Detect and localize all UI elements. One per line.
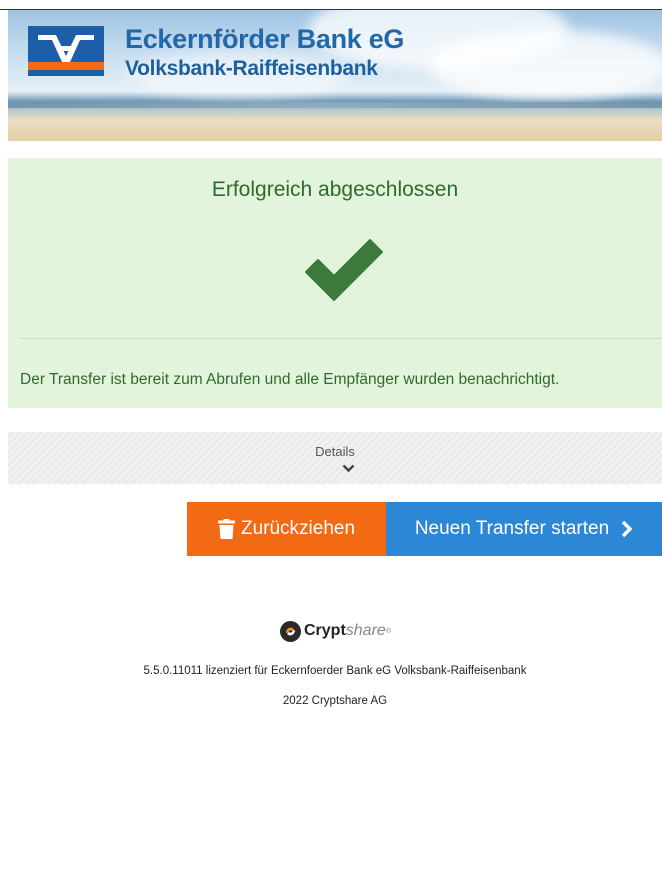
success-title: Erfolgreich abgeschlossen — [211, 178, 459, 201]
trash-icon — [217, 519, 235, 539]
bank-subtitle: Volksbank-Raiffeisenbank — [125, 57, 378, 80]
horizon — [8, 102, 662, 108]
cloud-decoration — [428, 30, 662, 100]
cryptshare-logo: Crypt share ® — [280, 620, 391, 642]
header-banner: Eckernförder Bank eG Volksbank-Raiffeise… — [8, 10, 662, 141]
volksbank-raiffeisenbank-logo — [28, 26, 104, 76]
divider — [20, 338, 662, 339]
chevron-right-icon — [621, 520, 633, 538]
chevron-down-icon — [342, 464, 355, 473]
success-message: Der Transfer ist bereit zum Abrufen und … — [20, 371, 560, 388]
cryptshare-trademark: ® — [385, 627, 391, 635]
details-toggle[interactable]: Details — [8, 432, 662, 484]
success-panel: Erfolgreich abgeschlossen Der Transfer i… — [8, 158, 662, 408]
cryptshare-brand-light: share — [345, 622, 386, 639]
checkmark-icon — [305, 239, 383, 301]
cryptshare-logo-icon — [280, 620, 301, 642]
copyright-text: 2022 Cryptshare AG — [282, 695, 388, 707]
license-text: 5.5.0.11011 lizenziert für Eckernfoerder… — [143, 665, 527, 677]
new-transfer-button[interactable]: Neuen Transfer starten — [386, 502, 662, 556]
details-label: Details — [315, 444, 355, 459]
withdraw-button[interactable]: Zurückziehen — [187, 502, 386, 556]
bank-name: Eckernförder Bank eG — [125, 24, 405, 54]
withdraw-label: Zurückziehen — [240, 518, 356, 539]
new-transfer-label: Neuen Transfer starten — [414, 518, 610, 539]
cryptshare-brand-bold: Crypt — [304, 622, 346, 639]
